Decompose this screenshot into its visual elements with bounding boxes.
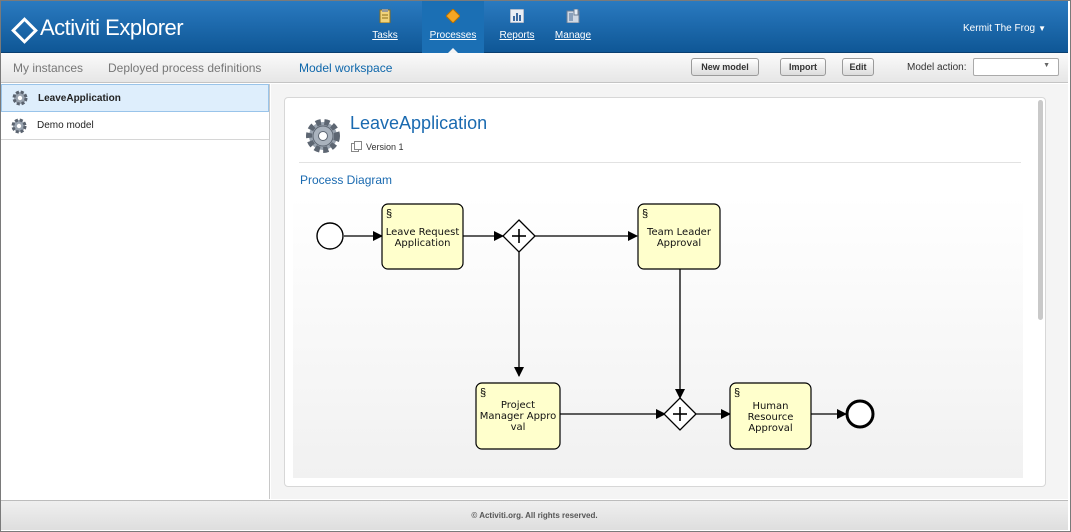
diamond-logo-icon — [13, 19, 32, 38]
app-header: Activiti Explorer Tasks Processes Report… — [1, 1, 1068, 54]
footer: © Activiti.org. All rights reserved. — [1, 500, 1068, 530]
vertical-scrollbar[interactable] — [1038, 100, 1043, 320]
diamond-icon — [446, 9, 460, 23]
task-label-line: Application — [395, 238, 451, 249]
gear-icon — [306, 119, 340, 153]
script-task-icon: § — [642, 208, 648, 220]
script-task-icon: § — [734, 387, 740, 399]
sub-navigation-bar: My instances Deployed process definition… — [1, 53, 1068, 83]
new-model-button[interactable]: New model — [691, 58, 759, 76]
caret-down-icon: ▼ — [1038, 24, 1046, 33]
model-list-item-label: Demo model — [37, 120, 94, 131]
parallel-gateway[interactable] — [502, 219, 536, 253]
model-list: LeaveApplication Demo model — [1, 84, 270, 499]
cabinet-icon — [566, 9, 580, 23]
gear-icon — [11, 118, 27, 133]
nav-tasks[interactable]: Tasks — [369, 1, 401, 53]
process-diagram-heading: Process Diagram — [300, 173, 393, 187]
app-title: Activiti Explorer — [40, 15, 184, 40]
task-label-line: val — [511, 422, 526, 433]
start-event[interactable] — [316, 222, 344, 250]
script-task-icon: § — [386, 208, 392, 220]
nav-reports-label: Reports — [499, 30, 535, 41]
user-menu[interactable]: Kermit The Frog ▼ — [963, 23, 1046, 34]
nav-manage[interactable]: Manage — [553, 1, 593, 53]
end-event[interactable] — [845, 399, 875, 429]
script-task-icon: § — [480, 387, 486, 399]
tab-deployed-process-definitions[interactable]: Deployed process definitions — [108, 61, 261, 75]
model-list-item-label: LeaveApplication — [38, 92, 121, 104]
task-label-line: Approval — [657, 238, 701, 249]
bpmn-diagram: § Leave Request Application § Team Leade… — [316, 203, 875, 450]
task-label-line: Team Leader — [646, 227, 712, 238]
task-label-line: Approval — [748, 423, 792, 434]
edit-button[interactable]: Edit — [842, 58, 874, 76]
task-label-line: Manager Appro — [480, 411, 557, 422]
process-diagram: § Leave Request Application § Team Leade… — [293, 196, 1023, 478]
import-button[interactable]: Import — [780, 58, 826, 76]
model-version: Version 1 — [351, 141, 404, 152]
task-label-line: Human — [752, 401, 788, 412]
model-detail-area: LeaveApplication Version 1 Process Diagr… — [271, 84, 1068, 499]
chart-icon — [510, 9, 524, 23]
parallel-gateway[interactable] — [663, 397, 697, 431]
nav-tasks-label: Tasks — [372, 30, 398, 41]
task-label-line: Resource — [748, 412, 794, 423]
nav-processes-label: Processes — [429, 30, 477, 41]
version-label: Version 1 — [366, 141, 404, 152]
task-team-leader-approval[interactable]: § Team Leader Approval — [637, 203, 721, 270]
copyright-text: © Activiti.org. All rights reserved. — [471, 511, 598, 520]
task-label-line: Project — [501, 400, 535, 411]
nav-manage-label: Manage — [554, 30, 592, 41]
task-human-resource-approval[interactable]: § Human Resource Approval — [729, 382, 812, 450]
clipboard-icon — [379, 9, 391, 23]
app-logo[interactable]: Activiti Explorer — [13, 15, 184, 41]
model-action-label: Model action: — [907, 62, 967, 73]
model-detail-panel: LeaveApplication Version 1 Process Diagr… — [284, 97, 1046, 487]
user-name: Kermit The Frog — [963, 23, 1036, 34]
model-list-item[interactable]: Demo model — [1, 112, 269, 140]
chevron-down-icon: ▼ — [1043, 62, 1050, 69]
nav-reports[interactable]: Reports — [499, 1, 535, 53]
copy-icon — [351, 141, 362, 152]
nav-processes[interactable]: Processes — [422, 1, 484, 54]
model-action-select[interactable]: ▼ — [973, 58, 1059, 76]
gear-icon — [12, 90, 28, 106]
tab-model-workspace[interactable]: Model workspace — [299, 61, 392, 75]
divider — [299, 162, 1021, 163]
model-title: LeaveApplication — [350, 113, 488, 133]
task-label-line: Leave Request — [386, 227, 460, 238]
task-project-manager-approval[interactable]: § Project Manager Appro val — [475, 382, 561, 450]
tab-my-instances[interactable]: My instances — [13, 61, 83, 75]
model-list-item[interactable]: LeaveApplication — [1, 84, 269, 112]
task-leave-request[interactable]: § Leave Request Application — [381, 203, 464, 270]
